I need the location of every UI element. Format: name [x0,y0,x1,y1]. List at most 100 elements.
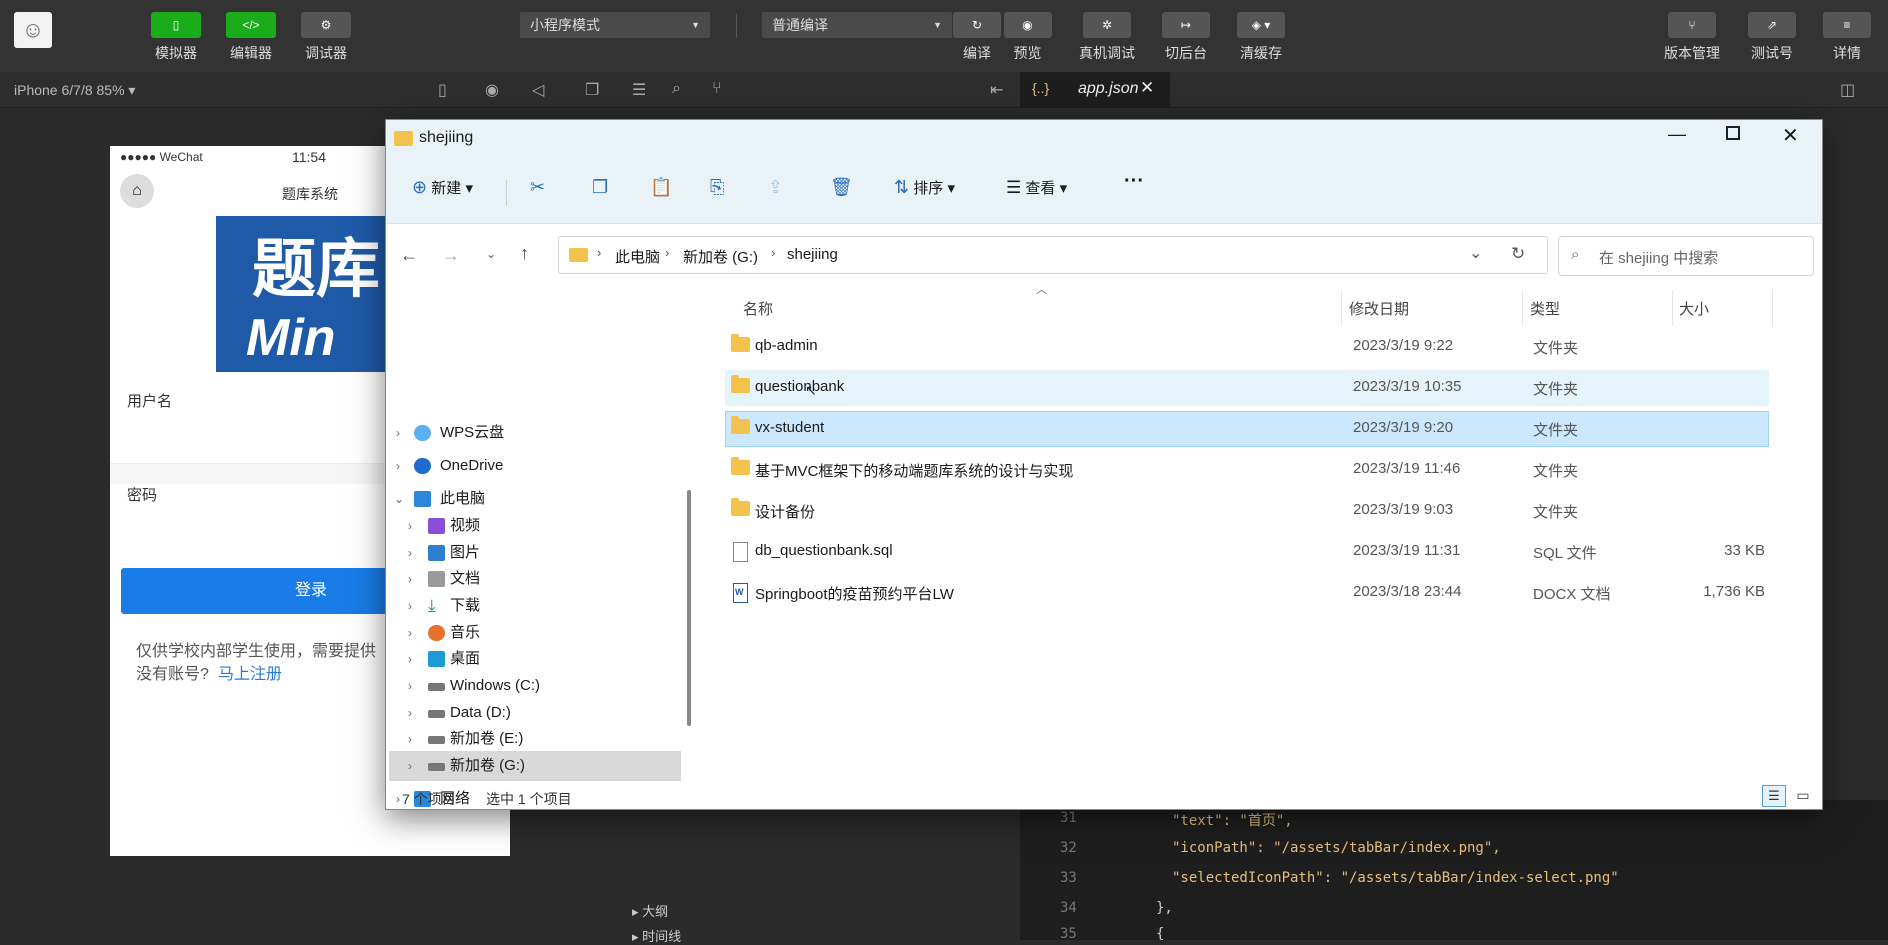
column-name[interactable]: 名称 [743,298,773,319]
volume-icon[interactable]: ◁ [532,80,544,100]
nav-scrollbar[interactable] [687,490,691,726]
minimize-icon[interactable]: — [1668,124,1686,145]
compile-select[interactable]: 普通编译 ▼ [762,12,952,38]
column-divider[interactable] [1772,290,1773,326]
nav-item-drive-c[interactable]: › Windows (C:) [386,671,686,701]
toolbar-divider [736,14,737,38]
nav-item-drive-e[interactable]: › 新加卷 (E:) [386,724,686,754]
delete-icon[interactable]: 🗑 [830,177,853,198]
address-bar[interactable]: › 此电脑 › 新加卷 (G:) › shejiing ⌄ ↻ [558,236,1548,274]
nav-item-desktop[interactable]: › 桌面 [386,644,686,674]
mouse-cursor-icon: ↖ [805,382,817,398]
search-input[interactable]: ⌕ 在 shejiing 中搜索 [1558,236,1814,276]
close-icon[interactable]: ✕ [1782,123,1799,148]
file-row[interactable]: 基于MVC框架下的移动端题库系统的设计与实现 2023/3/19 11:46 文件夹 [725,452,1769,488]
breadcrumb-item[interactable]: shejiing [787,246,838,263]
tiles-view-icon[interactable]: ▭ [1792,785,1814,807]
share-icon[interactable]: ⇪ [768,177,783,198]
file-row[interactable]: questionbank 2023/3/19 10:35 文件夹 ↖ [725,370,1769,406]
cloud-icon [414,425,431,441]
up-icon[interactable]: ↑ [520,243,529,264]
breadcrumb-separator: › [771,245,776,260]
new-button[interactable]: ⊕ 新建 ▾ [412,177,473,198]
preview-button[interactable]: ◉ 预览 [1000,12,1055,63]
record-icon[interactable]: ◉ [485,80,499,100]
nav-item-this-pc[interactable]: ⌄ 此电脑 [386,484,686,514]
back-icon[interactable]: ← [400,245,418,266]
real-device-debug-button[interactable]: ✲ 真机调试 [1075,12,1139,63]
collapse-icon[interactable]: ⇤ [990,80,1003,100]
forward-icon[interactable]: → [442,245,460,266]
code-editor[interactable]: 31 "text": "首页", 32 "iconPath": "/assets… [1020,800,1888,942]
nav-item-wps-cloud[interactable]: › WPS云盘 [386,418,686,448]
password-field[interactable] [110,512,410,558]
nav-item-onedrive[interactable]: › OneDrive [386,451,686,481]
computer-icon [414,491,431,507]
column-divider[interactable] [1672,290,1673,326]
username-field[interactable] [110,418,410,464]
clear-cache-button[interactable]: ◈ ▾ 清缓存 [1231,12,1291,63]
file-row[interactable]: db_questionbank.sql 2023/3/19 11:31 SQL 文件… [725,534,1769,570]
details-view-icon[interactable]: ☰ [1762,785,1786,807]
phone-icon[interactable]: ▯ [438,80,447,100]
video-icon [428,518,445,534]
details-button[interactable]: ≡ 详情 [1817,12,1877,63]
title-bar: shejiing — ✕ [386,120,1822,160]
file-row[interactable]: Springboot的疫苗预约平台LW2023/3/18 23:44DOCX 文… [725,575,1769,611]
background-button[interactable]: ↦ 切后台 [1156,12,1216,63]
close-icon[interactable]: ✕ [1140,78,1154,98]
nav-item-downloads[interactable]: › ⤓ 下载 [386,591,686,621]
column-divider[interactable] [1341,290,1342,326]
file-icon [733,542,748,562]
column-date[interactable]: 修改日期 [1349,298,1409,319]
breadcrumb-item[interactable]: 新加卷 (G:) [683,246,758,267]
nav-item-documents[interactable]: › 文档 [386,564,686,594]
column-type[interactable]: 类型 [1530,298,1560,319]
paste-icon[interactable]: 📋 [650,177,672,198]
view-button[interactable]: ☰ 查看 ▾ [1006,177,1067,198]
login-button[interactable]: 登录 [121,568,421,614]
file-row[interactable]: vx-student 2023/3/19 9:20 文件夹 [725,411,1769,447]
external-icon: ⇗ [1748,12,1796,38]
search-icon[interactable]: ⌕ [672,80,681,98]
user-avatar[interactable]: ☺ [14,12,52,48]
folder-icon [731,375,750,393]
rename-icon[interactable]: ⎘ [710,177,724,198]
desktop-icon [428,651,445,667]
recent-chevron-icon[interactable]: ⌄ [486,247,496,261]
split-editor-icon[interactable]: ◫ [1840,80,1855,100]
editor-tab[interactable]: {..} app.json ✕ [1020,72,1170,108]
sort-button[interactable]: ⇅ 排序 ▾ [894,177,955,198]
chevron-down-icon[interactable]: ⌄ [1469,243,1482,263]
register-link[interactable]: 马上注册 [218,660,282,684]
home-button[interactable]: ⌂ [120,174,154,208]
device-select[interactable]: iPhone 6/7/8 85% ▾ [14,82,135,99]
branch-icon[interactable]: ⑂ [712,80,722,98]
cut-icon[interactable]: ✂ [530,177,545,198]
breadcrumb-separator: › [597,245,602,260]
outline-panel[interactable]: ▸ 大纲 ▸ 时间线 [622,898,1012,944]
file-explorer-window: shejiing — ✕ ⊕ 新建 ▾ ✂ ❐ 📋 ⎘ ⇪ 🗑 ⇅ 排序 ▾ ☰… [385,119,1823,810]
column-size[interactable]: 大小 [1679,298,1709,319]
debugger-button[interactable]: ⚙ 调试器 [296,12,356,63]
version-management-button[interactable]: ⑂ 版本管理 [1660,12,1724,63]
list-icon[interactable]: ☰ [632,80,646,100]
more-button[interactable]: ··· [1124,170,1144,193]
file-row[interactable]: 设计备份 2023/3/19 9:03 文件夹 [725,493,1769,529]
compile-button[interactable]: ↻ 编译 [947,12,1007,63]
test-account-button[interactable]: ⇗ 测试号 [1742,12,1802,63]
view-icon: ☰ [1006,178,1022,197]
breadcrumb-item[interactable]: 此电脑 [615,246,660,267]
column-divider[interactable] [1522,290,1523,326]
mode-select[interactable]: 小程序模式 ▼ [520,12,710,38]
copy-icon[interactable]: ❐ [592,177,608,198]
refresh-icon[interactable]: ↻ [1511,244,1525,264]
window-icon[interactable]: ❐ [585,80,599,100]
maximize-icon[interactable] [1726,126,1740,140]
file-row[interactable]: qb-admin 2023/3/19 9:22 文件夹 [725,329,1769,365]
simulator-button[interactable]: ▯ 模拟器 [146,12,206,63]
nav-item-drive-g[interactable]: › 新加卷 (G:) [389,751,681,781]
sort-icon: ⇅ [894,177,910,197]
nav-item-videos[interactable]: › 视频 [386,511,686,541]
editor-button[interactable]: </> 编辑器 [221,12,281,63]
